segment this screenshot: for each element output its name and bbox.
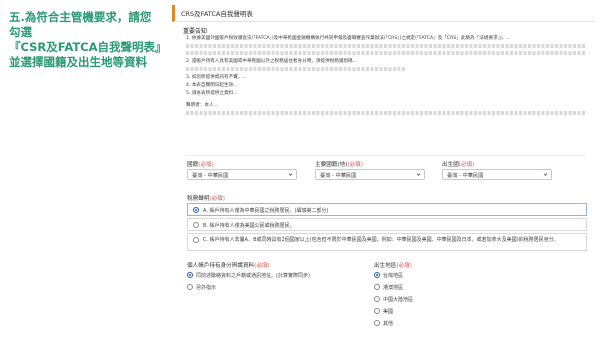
tax-option-b-label: B. 帳戶持有人僅為美國公民或稅務居民。 xyxy=(203,223,295,229)
birthplace-select[interactable]: 臺灣 - 中華民國 xyxy=(442,169,552,180)
radio-selected-icon[interactable] xyxy=(374,272,380,278)
tax-option-c[interactable]: C. 帳戶持有人非屬A、B或同時具有2個國家以上(包含但不限於中華民國及美國，例… xyxy=(187,233,587,251)
form-tab: CRS及FATCA自我聲明表 xyxy=(172,5,595,22)
chevron-down-icon xyxy=(416,173,421,177)
radio-icon[interactable] xyxy=(193,237,199,243)
tax-option-a-label: A. 帳戶持有人僅為中華民國之稅務居民。(續填第二部分) xyxy=(203,208,329,214)
instruction-line-1: 五.為符合主管機要求，請您 xyxy=(9,10,152,24)
instruction-line-4: 並選擇國籍及出生地等資料 xyxy=(9,55,147,69)
notice-item-2: 2. 當帳戶持有人具有美國或中華民國以外之稅務居住者身分時，須提供稅務識別碼… xyxy=(186,59,358,64)
main-nationality-label: 主要國籍(地)(必填) xyxy=(315,162,363,168)
instruction-line-3: 『CSR及FATCA自我聲明表』 xyxy=(9,40,167,54)
chevron-down-icon xyxy=(543,173,548,177)
birthplace-value: 臺灣 - 中華民國 xyxy=(447,173,484,179)
notice-footer: 聲明者：本人… xyxy=(186,103,219,108)
radio-icon[interactable] xyxy=(374,308,380,314)
tax-option-a[interactable]: A. 帳戶持有人僅為中華民國之稅務居民。(續填第二部分) xyxy=(187,203,587,216)
tax-identity-label: 稅務聲明(必填) xyxy=(187,196,225,202)
notice-text: 1. 依據美國外國帳戶稅收遵從法(「FATCA」)及中華民國金融機構執行共同申報… xyxy=(186,35,586,118)
notice-item-1: 1. 依據美國外國帳戶稅收遵從法(「FATCA」)及中華民國金融機構執行共同申報… xyxy=(186,36,511,41)
notice-item-3: 3. 如您所提供資訊有不實，… xyxy=(186,75,247,80)
nationality-select[interactable]: 臺灣 - 中華民國 xyxy=(187,169,297,180)
radio-icon[interactable] xyxy=(193,222,199,228)
radio-icon[interactable] xyxy=(187,284,193,290)
account-identity-label: 個人帳戶持有身分辨識資料(必填) xyxy=(187,263,270,269)
form-tab-title: CRS及FATCA自我聲明表 xyxy=(181,10,253,18)
main-nationality-value: 臺灣 - 中華民國 xyxy=(320,173,357,179)
nationality-label: 國籍(必填) xyxy=(187,162,214,168)
notice-item-4: 4. 本表自聲明日起生效… xyxy=(186,83,238,88)
notice-heading: 重要告知 xyxy=(183,28,208,35)
radio-selected-icon[interactable] xyxy=(193,207,199,213)
instruction-line-2: 勾選 xyxy=(9,25,32,39)
main-nationality-select[interactable]: 臺灣 - 中華民國 xyxy=(315,169,425,180)
birth-region-label: 出生地區(必填) xyxy=(374,263,412,269)
radio-selected-icon[interactable] xyxy=(187,272,193,278)
radio-icon[interactable] xyxy=(374,320,380,326)
crs-fatca-form: CRS及FATCA自我聲明表 重要告知 1. 依據美國外國帳戶稅收遵從法(「FA… xyxy=(172,5,596,338)
instruction-heading: 五.為符合主管機要求，請您 勾選 『CSR及FATCA自我聲明表』 並選擇國籍及… xyxy=(9,10,169,70)
tax-option-c-label: C. 帳戶持有人非屬A、B或同時具有2個國家以上(包含但不限於中華民國及美國，例… xyxy=(203,237,559,243)
radio-icon[interactable] xyxy=(374,296,380,302)
nationality-value: 臺灣 - 中華民國 xyxy=(192,173,229,179)
notice-item-5: 5. 請本表所提供之資料… xyxy=(186,91,238,96)
chevron-down-icon xyxy=(288,173,293,177)
birthplace-label: 出生國(必填) xyxy=(442,162,475,168)
radio-icon[interactable] xyxy=(374,284,380,290)
tax-option-b[interactable]: B. 帳戶持有人僅為美國公民或稅務居民。 xyxy=(187,218,587,231)
